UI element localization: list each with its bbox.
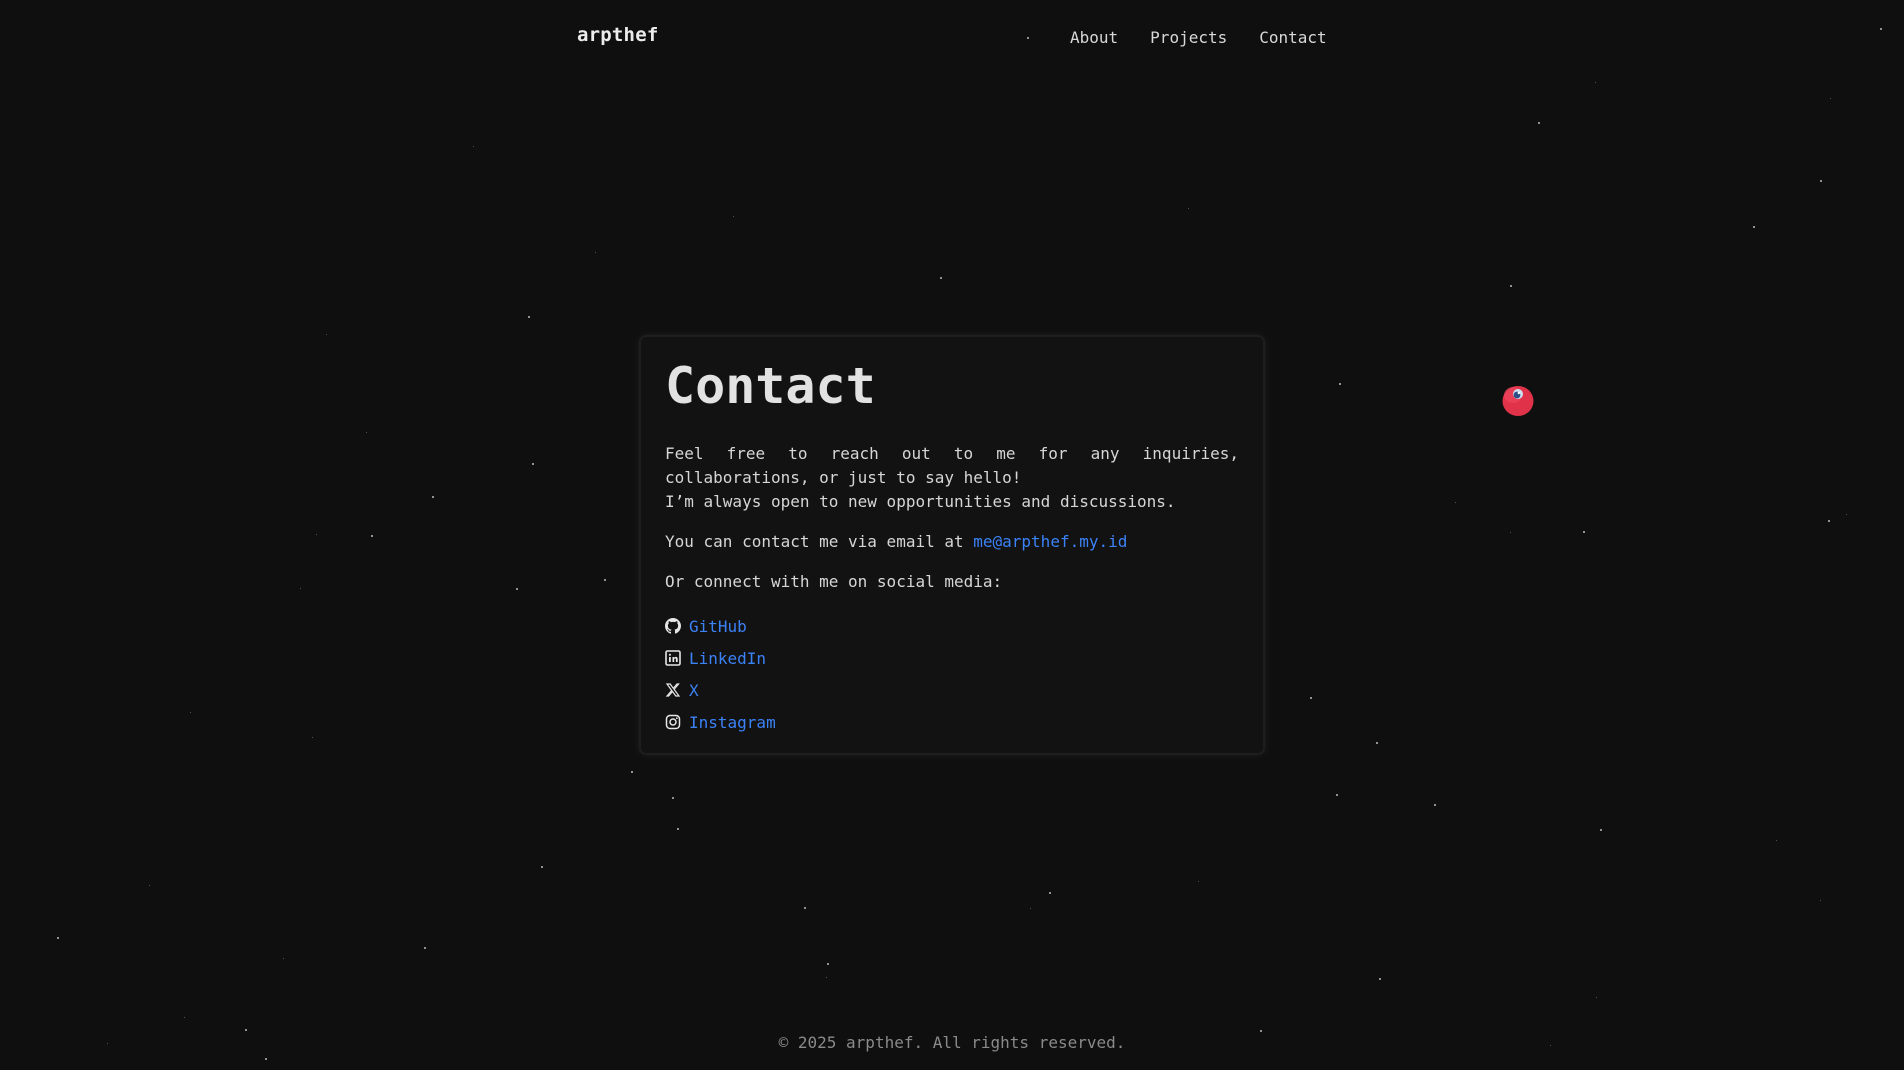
site-brand[interactable]: arpthef [577,24,658,46]
social-item-x: X [665,674,1239,706]
linkedin-link[interactable]: LinkedIn [689,649,766,668]
nav-about[interactable]: About [1070,28,1118,47]
social-item-linkedin: LinkedIn [665,642,1239,674]
social-prompt: Or connect with me on social media: [665,572,1003,591]
linkedin-icon [665,650,681,666]
email-text: You can contact me via email at me@arpth… [665,530,1239,554]
main-nav: About Projects Contact [1070,28,1327,47]
intro-line-2: I’m always open to new opportunities and… [665,492,1176,511]
page: arpthef About Projects Contact Contact F… [0,0,1904,1070]
nav-projects[interactable]: Projects [1150,28,1227,47]
github-link[interactable]: GitHub [689,617,747,636]
instagram-icon [665,714,681,730]
github-icon [665,618,681,634]
intro-line-1: Feel free to reach out to me for any inq… [665,444,1239,487]
intro-text: Feel free to reach out to me for any inq… [665,442,1239,514]
nav-contact[interactable]: Contact [1259,28,1326,47]
x-link[interactable]: X [689,681,699,700]
social-item-instagram: Instagram [665,706,1239,738]
bouncing-ball-decoration [1501,383,1535,417]
social-links: GitHub LinkedIn X Instagram [665,610,1239,738]
contact-card: Contact Feel free to reach out to me for… [640,336,1264,754]
footer-copyright: © 2025 arpthef. All rights reserved. [778,1033,1126,1052]
instagram-link[interactable]: Instagram [689,713,776,732]
page-title: Contact [665,357,876,415]
social-item-github: GitHub [665,610,1239,642]
email-prefix: You can contact me via email at [665,532,974,551]
x-icon [665,682,681,698]
email-link[interactable]: me@arpthef.my.id [973,532,1127,551]
